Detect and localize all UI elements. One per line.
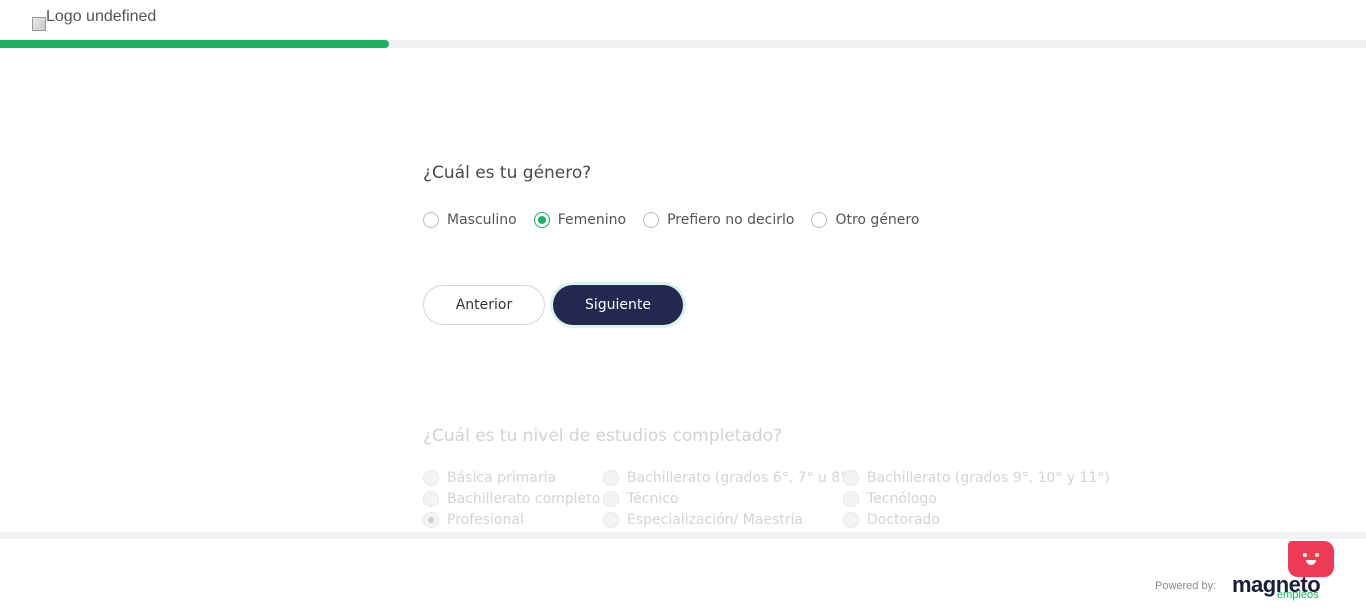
question-education-title: ¿Cuál es tu nivel de estudios completado… xyxy=(423,426,783,446)
radio-button[interactable] xyxy=(603,470,619,486)
progress-bar-fill xyxy=(0,40,390,48)
option-label: Profesional xyxy=(447,512,524,528)
option-bachillerato-6-8[interactable]: Bachillerato (grados 6°, 7° u 8°) xyxy=(603,470,853,486)
brand-subtitle: empleos xyxy=(1277,589,1319,601)
logo-alt-text: Logo undefined xyxy=(46,8,157,25)
progress-bar xyxy=(0,40,1366,48)
option-tecnico[interactable]: Técnico xyxy=(603,491,679,507)
option-basica-primaria[interactable]: Básica primaria xyxy=(423,470,556,486)
option-label: Bachillerato completo xyxy=(447,491,601,507)
option-prefiero-no-decirlo[interactable]: Prefiero no decirlo xyxy=(643,212,794,228)
next-button[interactable]: Siguiente xyxy=(553,285,683,325)
option-label: Bachillerato (grados 6°, 7° u 8°) xyxy=(627,470,853,486)
radio-button[interactable] xyxy=(843,512,859,528)
gender-options: Masculino Femenino Prefiero no decirlo O… xyxy=(423,212,936,228)
navigation-buttons: Anterior Siguiente xyxy=(423,285,683,325)
option-tecnologo[interactable]: Tecnólogo xyxy=(843,491,937,507)
radio-button[interactable] xyxy=(423,212,439,228)
option-label: Tecnólogo xyxy=(867,491,937,507)
option-label: Especialización/ Maestría xyxy=(627,512,803,528)
option-especializacion-maestria[interactable]: Especialización/ Maestría xyxy=(603,512,803,528)
option-label: Doctorado xyxy=(867,512,940,528)
option-masculino[interactable]: Masculino xyxy=(423,212,517,228)
powered-by-label: Powered by: xyxy=(1155,580,1217,592)
radio-button[interactable] xyxy=(533,212,550,228)
question-gender-title: ¿Cuál es tu género? xyxy=(423,163,592,183)
previous-button[interactable]: Anterior xyxy=(423,285,545,325)
option-bachillerato-completo[interactable]: Bachillerato completo xyxy=(423,491,600,507)
option-profesional[interactable]: Profesional xyxy=(423,512,524,528)
radio-button[interactable] xyxy=(423,512,439,528)
option-label: Otro género xyxy=(835,212,920,228)
radio-button[interactable] xyxy=(603,512,619,528)
radio-button[interactable] xyxy=(811,212,828,228)
radio-button[interactable] xyxy=(603,491,619,507)
option-label: Prefiero no decirlo xyxy=(667,212,795,228)
option-label: Bachillerato (grados 9°, 10° y 11°) xyxy=(867,470,1110,486)
broken-image-icon xyxy=(32,17,46,31)
option-femenino[interactable]: Femenino xyxy=(533,212,627,228)
radio-button[interactable] xyxy=(843,470,859,486)
option-label: Básica primaria xyxy=(447,470,557,486)
footer-divider xyxy=(0,532,1366,539)
radio-button[interactable] xyxy=(423,470,439,486)
chatbot-eye xyxy=(1315,553,1319,557)
option-otro-genero[interactable]: Otro género xyxy=(811,212,919,228)
option-label: Técnico xyxy=(627,491,679,507)
radio-button[interactable] xyxy=(643,212,660,228)
option-bachillerato-9-11[interactable]: Bachillerato (grados 9°, 10° y 11°) xyxy=(843,470,1110,486)
option-label: Femenino xyxy=(557,212,627,228)
option-doctorado[interactable]: Doctorado xyxy=(843,512,940,528)
chatbot-eye xyxy=(1303,553,1307,557)
chatbot-mouth xyxy=(1306,560,1316,565)
logo: Logo undefined xyxy=(32,8,156,31)
radio-button[interactable] xyxy=(423,491,439,507)
option-label: Masculino xyxy=(447,212,517,228)
radio-button[interactable] xyxy=(843,491,859,507)
brand-logo: magneto empleos xyxy=(1232,574,1321,601)
